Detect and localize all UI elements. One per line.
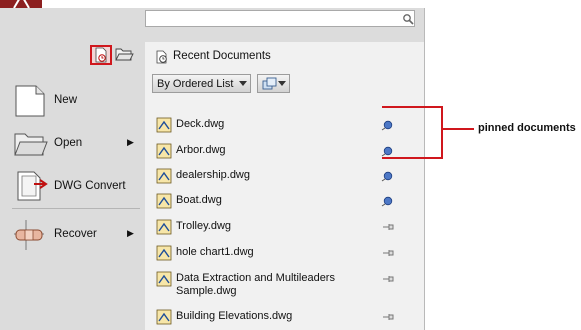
chevron-down-icon bbox=[239, 81, 247, 86]
pinned-documents-bracket bbox=[382, 106, 474, 159]
document-name: Arbor.dwg bbox=[176, 144, 226, 156]
menu-item-dwg-convert[interactable]: DWG Convert bbox=[12, 170, 140, 204]
document-name: Boat.dwg bbox=[176, 194, 222, 206]
dwg-file-icon bbox=[156, 309, 172, 325]
submenu-arrow-icon: ▶ bbox=[127, 137, 134, 147]
pushpin-icon[interactable] bbox=[381, 311, 395, 323]
document-name: Deck.dwg bbox=[176, 118, 225, 130]
dwg-convert-icon bbox=[17, 171, 48, 201]
submenu-arrow-icon: ▶ bbox=[127, 228, 134, 238]
menu-item-new[interactable]: New bbox=[12, 84, 140, 118]
document-name: Building Elevations.dwg bbox=[176, 310, 293, 322]
menu-divider bbox=[12, 208, 140, 209]
open-documents-icon bbox=[115, 48, 134, 61]
document-name: hole chart1.dwg bbox=[176, 246, 254, 258]
recent-documents-icon bbox=[95, 47, 107, 63]
pushpin-icon[interactable] bbox=[381, 273, 395, 285]
menu-item-label: DWG Convert bbox=[54, 180, 126, 192]
dwg-file-icon bbox=[156, 271, 172, 287]
recover-icon bbox=[14, 220, 44, 250]
dwg-file-icon bbox=[156, 193, 172, 209]
menu-item-label: New bbox=[54, 94, 78, 106]
document-name: Data Extraction and Multileaders Sample.… bbox=[176, 272, 335, 297]
open-folder-icon bbox=[14, 133, 48, 156]
dwg-file-icon bbox=[156, 168, 172, 184]
recent-document-item[interactable]: dealership.dwg bbox=[152, 167, 402, 185]
recent-document-item[interactable]: Trolley.dwg bbox=[152, 218, 402, 236]
document-name: dealership.dwg bbox=[176, 169, 250, 181]
new-document-icon bbox=[15, 85, 45, 117]
search-input[interactable] bbox=[145, 10, 415, 27]
document-name: Trolley.dwg bbox=[176, 220, 232, 232]
menu-item-recover[interactable]: Recover ▶ bbox=[12, 218, 140, 252]
pushpin-icon[interactable] bbox=[381, 247, 395, 259]
icon-view-icon bbox=[262, 77, 277, 90]
search-icon[interactable] bbox=[402, 13, 414, 25]
recent-document-item[interactable]: Boat.dwg bbox=[152, 192, 402, 210]
recent-document-item[interactable]: Deck.dwg bbox=[152, 116, 402, 134]
recent-documents-icon bbox=[156, 50, 167, 64]
recent-documents-button[interactable] bbox=[90, 45, 112, 65]
menu-item-label: Recover bbox=[54, 228, 97, 240]
dwg-file-icon bbox=[156, 117, 172, 133]
recent-documents-title: Recent Documents bbox=[173, 50, 271, 62]
display-mode-dropdown[interactable] bbox=[257, 74, 290, 93]
recent-document-item[interactable]: Building Elevations.dwg bbox=[152, 308, 402, 326]
dwg-file-icon bbox=[156, 143, 172, 159]
menu-item-label: Open bbox=[54, 137, 83, 149]
pinned-icon[interactable] bbox=[381, 195, 395, 207]
autocad-logo-icon bbox=[13, 0, 30, 8]
dwg-file-icon bbox=[156, 219, 172, 235]
recent-document-item[interactable]: hole chart1.dwg bbox=[152, 244, 402, 262]
pinned-documents-callout: pinned documents bbox=[478, 122, 576, 134]
sort-order-value: By Ordered List bbox=[157, 78, 234, 90]
pushpin-icon[interactable] bbox=[381, 221, 395, 233]
chevron-down-icon bbox=[278, 81, 286, 86]
dwg-file-icon bbox=[156, 245, 172, 261]
recent-document-item[interactable]: Data Extraction and Multileaders Sample.… bbox=[152, 270, 402, 300]
recent-document-item[interactable]: Arbor.dwg bbox=[152, 142, 402, 160]
pinned-icon[interactable] bbox=[381, 170, 395, 182]
sort-order-dropdown[interactable]: By Ordered List bbox=[152, 74, 251, 93]
menu-item-open[interactable]: Open ▶ bbox=[12, 127, 140, 161]
open-documents-button[interactable] bbox=[113, 45, 135, 65]
